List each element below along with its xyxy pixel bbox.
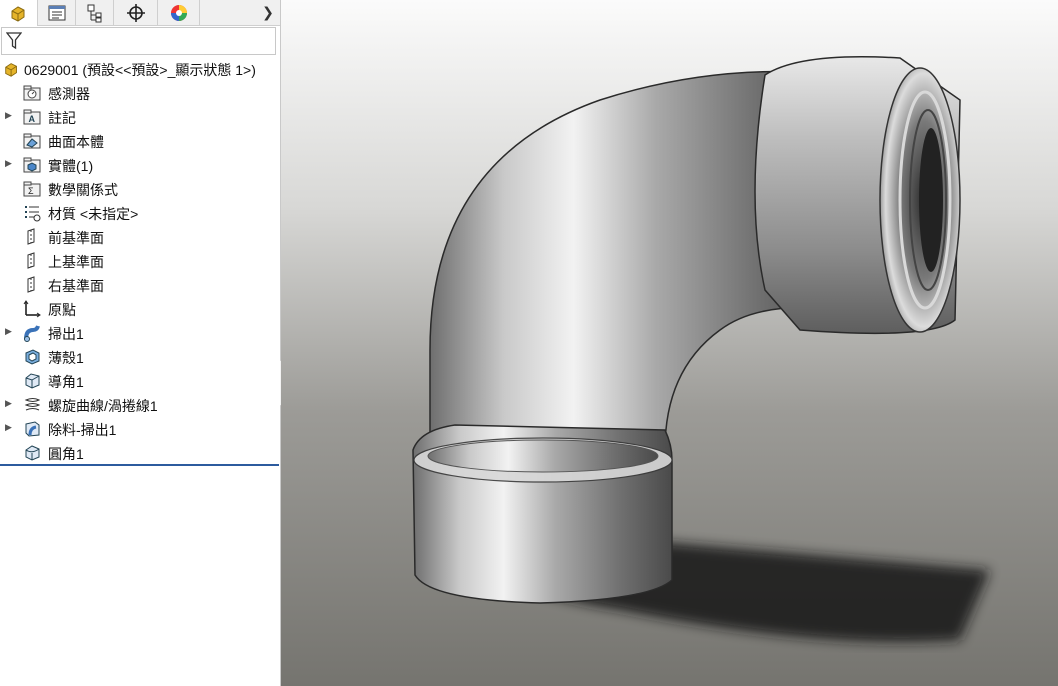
origin-icon [23,300,41,318]
dimxpert-manager-tab-icon [126,3,145,22]
tree-item[interactable]: ▶ 實體(1) [0,154,280,176]
filter-icon [6,32,22,50]
tree-item[interactable]: 圓角1 [0,442,280,464]
tree-item-label: 材質 <未指定> [48,206,139,222]
tree-root-part[interactable]: 0629001 (預設<<預設>_顯示狀態 1>) [0,58,280,80]
manager-tab-bar: ❯ [0,0,280,26]
plane-icon [27,252,35,269]
graphics-viewport[interactable] [281,0,1058,686]
tree-item-label: 除料-掃出1 [48,422,117,438]
tree-item-label: 實體(1) [48,158,94,174]
plane-icon [27,276,35,293]
helix-icon [24,398,41,411]
tree-item-label: 右基準面 [48,278,104,294]
tab-feature-manager[interactable] [0,0,38,26]
tree-item[interactable]: ▶ 除料-掃出1 [0,418,280,440]
rollback-bar[interactable] [0,464,279,466]
tree-item-label: 掃出1 [48,326,84,342]
expand-arrow-icon[interactable]: ▶ [5,423,15,435]
solid-bodies-folder-icon [23,157,41,173]
configuration-manager-tab-icon [87,4,101,22]
tree-item-label: 前基準面 [48,230,104,246]
svg-text:A: A [29,114,36,124]
tree-item-label: 圓角1 [48,446,84,462]
tree-item[interactable]: ▶ A 註記 [0,106,280,128]
root-part-label: 0629001 (預設<<預設>_顯示狀態 1>) [24,62,256,78]
tree-item-label: 感測器 [48,86,90,102]
tab-configuration-manager[interactable] [76,0,114,25]
tree-item[interactable]: 上基準面 [0,250,280,272]
tree-item[interactable]: 右基準面 [0,274,280,296]
expand-arrow-icon[interactable]: ▶ [5,111,15,123]
plane-icon [27,228,35,245]
tree-item[interactable]: 原點 [0,298,280,320]
tree-item[interactable]: ▶ 螺旋曲線/渦捲線1 [0,394,280,416]
feature-manager-tab-icon [11,6,24,22]
tree-item-label: 上基準面 [48,254,104,270]
tree-item[interactable]: Σ 數學關係式 [0,178,280,200]
expand-arrow-icon[interactable]: ▶ [5,327,15,339]
tree-item[interactable]: 前基準面 [0,226,280,248]
tree-item[interactable]: 感測器 [0,82,280,104]
tree-item-label: 原點 [48,302,76,318]
tree-item-label: 曲面本體 [48,134,104,150]
tab-dimxpert-manager[interactable] [114,0,158,25]
cut-sweep-icon [25,421,40,437]
chamfer-icon [25,373,40,389]
tree-item[interactable]: 導角1 [0,370,280,392]
part-icon [5,63,17,77]
svg-text:Σ: Σ [28,186,34,196]
tree-item-label: 薄殼1 [48,350,84,366]
tab-property-manager[interactable] [38,0,76,25]
tree-item[interactable]: ▶ 掃出1 [0,322,280,344]
tree-item-label: 數學關係式 [48,182,118,198]
surface-bodies-folder-icon [23,133,41,149]
pipe-elbow-model [412,56,990,642]
sensor-folder-icon [23,85,41,101]
expand-arrow-icon[interactable]: ▶ [5,159,15,171]
tree-item-label: 註記 [48,110,76,126]
feature-filter-input[interactable] [1,27,276,55]
tree-item-label: 導角1 [48,374,84,390]
tree-item-label: 螺旋曲線/渦捲線1 [48,398,158,414]
display-manager-tab-icon [170,4,187,21]
equations-folder-icon: Σ [23,181,41,197]
sweep-icon [24,325,40,342]
expand-arrow-icon[interactable]: ▶ [5,399,15,411]
property-manager-tab-icon [48,5,65,20]
tabs-more-chevron-icon[interactable]: ❯ [260,0,276,25]
tree-item[interactable]: 薄殼1 [0,346,280,368]
tab-display-manager[interactable] [158,0,200,25]
shell-icon [25,349,40,365]
fillet-icon [25,445,40,461]
tree-item[interactable]: 曲面本體 [0,130,280,152]
feature-manager-panel: ❯ 0629001 (預設<<預設>_顯示狀態 1>) 感測器 ▶ A 註記曲面本體 ▶… [0,0,281,686]
material-icon [25,206,41,222]
annotations-folder-icon: A [23,109,41,125]
tree-item[interactable]: 材質 <未指定> [0,202,280,224]
